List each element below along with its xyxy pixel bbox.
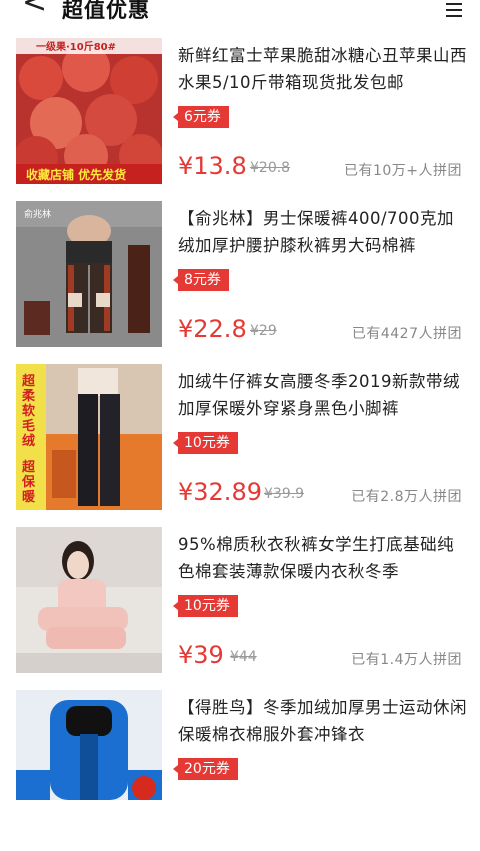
thermal-set-image[interactable] xyxy=(16,527,162,673)
coupon-badge: 8元券 xyxy=(173,269,229,291)
product-price: ¥32.89 xyxy=(178,478,262,506)
original-price: ¥44 xyxy=(230,649,257,665)
product-price: ¥13.8 xyxy=(178,152,247,180)
image-banner-bottom: 收藏店铺 优先发货 xyxy=(26,168,127,182)
top-bar: < 超值优惠 xyxy=(0,0,480,22)
jeans-product-image[interactable]: 超柔软毛绒 超保暖 xyxy=(16,364,162,510)
product-title[interactable]: 【俞兆林】男士保暖裤400/700克加绒加厚护腰护膝秋裤男大码棉裤 xyxy=(178,205,468,259)
image-brand-text: 俞兆林 xyxy=(24,210,52,220)
product-title[interactable]: 新鲜红富士苹果脆甜冰糖心丑苹果山西水果5/10斤带箱现货批发包邮 xyxy=(178,42,468,96)
image-label-warm: 超保暖 xyxy=(22,460,36,505)
image-banner-top: 一级果·10斤80# xyxy=(36,42,117,53)
group-buy-count: 已有2.8万人拼团 xyxy=(351,489,462,505)
product-price: ¥22.8 xyxy=(178,315,247,343)
group-buy-count: 已有10万+人拼团 xyxy=(343,163,462,179)
apple-product-image[interactable]: 一级果·10斤80# 收藏店铺 优先发货 xyxy=(16,38,162,184)
coupon-badge: 10元券 xyxy=(173,432,238,454)
group-buy-count: 已有1.4万人拼团 xyxy=(351,652,462,668)
original-price: ¥20.8 xyxy=(250,160,291,176)
product-title[interactable]: 【得胜鸟】冬季加绒加厚男士运动休闲保暖棉衣棉服外套冲锋衣 xyxy=(178,694,468,748)
jacket-product-image[interactable] xyxy=(16,690,162,800)
back-button[interactable]: < xyxy=(22,0,47,18)
image-label-soft: 超柔软毛绒 xyxy=(22,374,36,449)
product-title[interactable]: 加绒牛仔裤女高腰冬季2019新款带绒加厚保暖外穿紧身黑色小脚裤 xyxy=(178,368,468,422)
product-item[interactable]: 超柔软毛绒 超保暖 加绒牛仔裤女高腰冬季2019新款带绒加厚保暖外穿紧身黑色小脚… xyxy=(0,362,480,525)
original-price: ¥29 xyxy=(250,323,277,339)
product-item[interactable]: 一级果·10斤80# 收藏店铺 优先发货 新鲜红富士苹果脆甜冰糖心丑苹果山西水果… xyxy=(0,36,480,199)
menu-icon[interactable] xyxy=(446,3,462,17)
original-price: ¥39.9 xyxy=(264,486,305,502)
product-item[interactable]: 俞兆林 【俞兆林】男士保暖裤400/700克加绒加厚护腰护膝秋裤男大码棉裤 8元… xyxy=(0,199,480,362)
product-item[interactable]: 95%棉质秋衣秋裤女学生打底基础纯色棉套装薄款保暖内衣秋冬季 10元券 ¥39 … xyxy=(0,525,480,688)
coupon-badge: 20元券 xyxy=(173,758,238,780)
page-title: 超值优惠 xyxy=(62,0,150,22)
product-price: ¥39 xyxy=(178,641,224,669)
product-item[interactable]: 【得胜鸟】冬季加绒加厚男士运动休闲保暖棉衣棉服外套冲锋衣 20元券 xyxy=(0,688,480,851)
coupon-badge: 10元券 xyxy=(173,595,238,617)
thermal-pants-image[interactable]: 俞兆林 xyxy=(16,201,162,347)
product-list: 一级果·10斤80# 收藏店铺 优先发货 新鲜红富士苹果脆甜冰糖心丑苹果山西水果… xyxy=(0,36,480,851)
coupon-badge: 6元券 xyxy=(173,106,229,128)
product-title[interactable]: 95%棉质秋衣秋裤女学生打底基础纯色棉套装薄款保暖内衣秋冬季 xyxy=(178,531,468,585)
group-buy-count: 已有4427人拼团 xyxy=(351,326,462,342)
